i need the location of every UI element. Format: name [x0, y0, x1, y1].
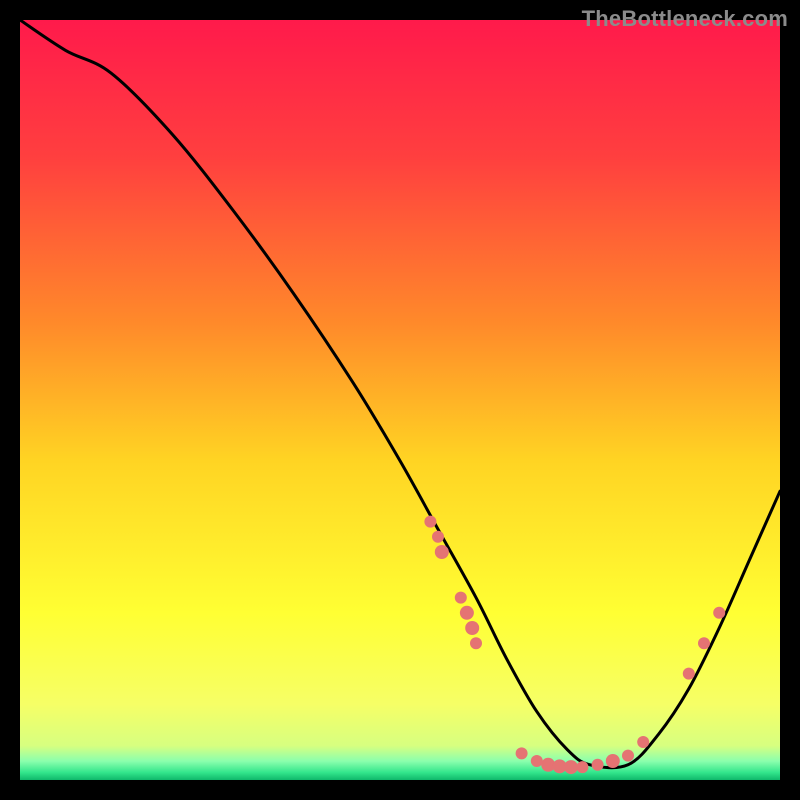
data-marker	[592, 759, 604, 771]
chart-frame	[20, 20, 780, 780]
data-marker	[531, 755, 543, 767]
chart-background	[20, 20, 780, 780]
data-marker	[637, 736, 649, 748]
data-marker	[564, 760, 578, 774]
data-marker	[432, 531, 444, 543]
data-marker	[683, 668, 695, 680]
data-marker	[465, 621, 479, 635]
data-marker	[713, 607, 725, 619]
data-marker	[455, 592, 467, 604]
watermark-text: TheBottleneck.com	[582, 6, 788, 32]
chart-svg	[20, 20, 780, 780]
data-marker	[516, 747, 528, 759]
data-marker	[622, 750, 634, 762]
data-marker	[606, 754, 620, 768]
data-marker	[460, 606, 474, 620]
data-marker	[470, 637, 482, 649]
data-marker	[576, 761, 588, 773]
data-marker	[698, 637, 710, 649]
data-marker	[424, 516, 436, 528]
data-marker	[435, 545, 449, 559]
